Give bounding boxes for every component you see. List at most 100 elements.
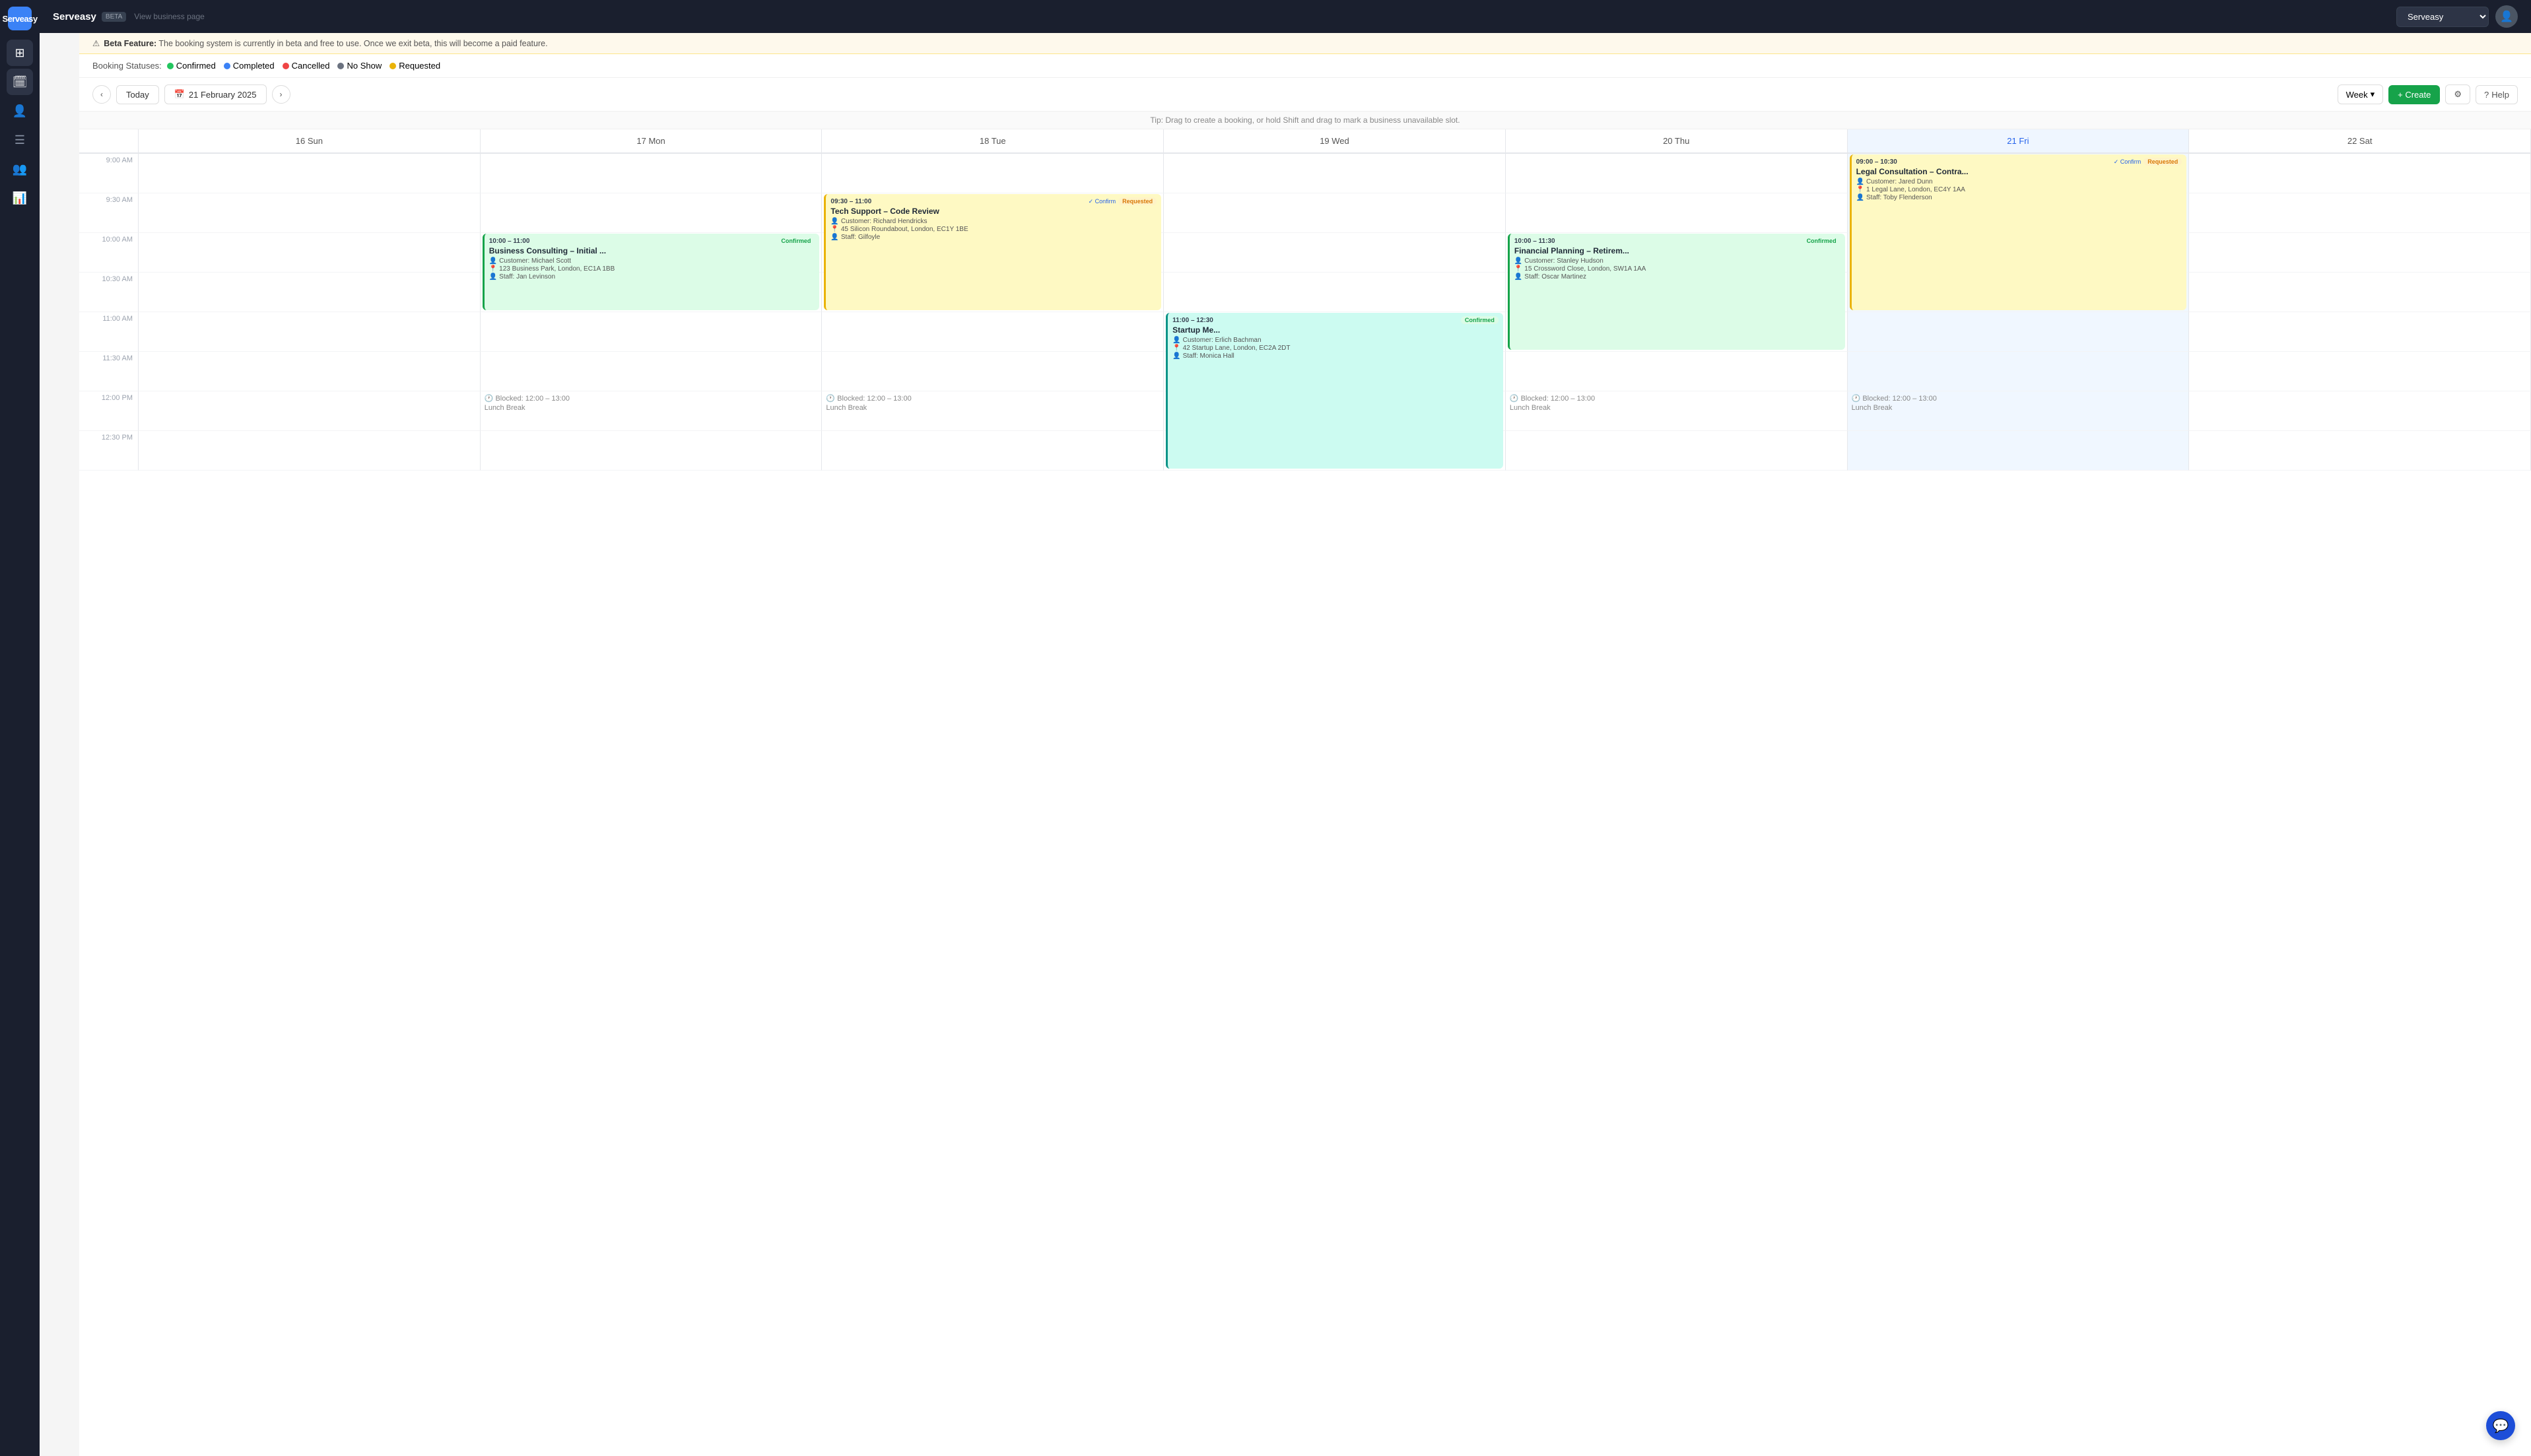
cell-2-6[interactable] <box>2189 233 2531 273</box>
cell-7-4[interactable] <box>1506 431 1848 471</box>
cell-1-0[interactable] <box>139 193 481 233</box>
chat-bubble[interactable]: 💬 <box>2486 1411 2515 1440</box>
day-header-6: 22 Sat <box>2189 129 2531 154</box>
confirm-link[interactable]: ✓ Confirm <box>1089 198 1116 205</box>
status-badge: Requested <box>1118 197 1157 205</box>
create-button[interactable]: + Create <box>2388 85 2440 104</box>
cell-2-3[interactable] <box>1164 233 1506 273</box>
cell-6-6[interactable] <box>2189 391 2531 431</box>
cell-7-6[interactable] <box>2189 431 2531 471</box>
sidebar: Serveasy ⊞ 🗓 👤 ☰ 👥 📊 <box>0 0 40 1456</box>
booking-financial-planning[interactable]: 10:00 – 11:30 ConfirmedFinancial Plannin… <box>1508 234 1845 350</box>
cell-7-5[interactable] <box>1848 431 2190 471</box>
cell-6-5[interactable]: 🕐 Blocked: 12:00 – 13:00Lunch Break <box>1848 391 2190 431</box>
time-header <box>79 129 139 154</box>
cell-5-4[interactable] <box>1506 352 1848 391</box>
business-selector[interactable]: Serveasy <box>2396 7 2489 27</box>
next-button[interactable]: › <box>272 85 290 104</box>
cell-1-6[interactable] <box>2189 193 2531 233</box>
cell-3-3[interactable] <box>1164 273 1506 312</box>
topbar-subtitle[interactable]: View business page <box>134 12 205 21</box>
cell-4-3[interactable]: 11:00 – 12:30 ConfirmedStartup Me...👤Cus… <box>1164 312 1506 352</box>
date-display: 📅 21 February 2025 <box>164 84 267 104</box>
cell-4-2[interactable] <box>822 312 1164 352</box>
cell-5-2[interactable] <box>822 352 1164 391</box>
booking-legal-consultation[interactable]: 09:00 – 10:30 ✓ ConfirmRequestedLegal Co… <box>1850 154 2187 310</box>
cell-1-1[interactable] <box>481 193 823 233</box>
card-customer: 👤Customer: Erlich Bachman <box>1172 337 1499 344</box>
tip-text: Tip: Drag to create a booking, or hold S… <box>1150 116 1460 125</box>
status-badge: Confirmed <box>777 237 815 245</box>
today-button[interactable]: Today <box>116 85 159 104</box>
cell-0-3[interactable] <box>1164 154 1506 193</box>
cell-2-1[interactable]: 10:00 – 11:00 ConfirmedBusiness Consulti… <box>481 233 823 273</box>
gear-icon: ⚙ <box>2454 89 2462 100</box>
chevron-down-icon: ▾ <box>2371 89 2375 100</box>
cell-0-1[interactable] <box>481 154 823 193</box>
requested-dot <box>389 63 396 69</box>
cell-6-4[interactable]: 🕐 Blocked: 12:00 – 13:00Lunch Break <box>1506 391 1848 431</box>
card-customer: 👤Customer: Stanley Hudson <box>1514 257 1840 265</box>
clock-icon: 🕐 Blocked: 12:00 – 13:00 <box>485 394 818 403</box>
cell-4-6[interactable] <box>2189 312 2531 352</box>
confirm-link[interactable]: ✓ Confirm <box>2114 158 2142 166</box>
sidebar-item-calendar[interactable]: 🗓 <box>7 69 33 95</box>
card-staff: 👤Staff: Toby Flenderson <box>1856 194 2182 201</box>
cell-3-0[interactable] <box>139 273 481 312</box>
card-address: 📍15 Crossword Close, London, SW1A 1AA <box>1514 265 1840 273</box>
cell-4-1[interactable] <box>481 312 823 352</box>
blocked-slot-5: 🕐 Blocked: 12:00 – 13:00Lunch Break <box>1848 391 2189 414</box>
booking-business-consulting[interactable]: 10:00 – 11:00 ConfirmedBusiness Consulti… <box>483 234 820 310</box>
cell-7-1[interactable] <box>481 431 823 471</box>
time-0: 9:00 AM <box>79 154 139 193</box>
cell-1-3[interactable] <box>1164 193 1506 233</box>
sidebar-item-analytics[interactable]: 📊 <box>7 185 33 211</box>
booking-startup-me[interactable]: 11:00 – 12:30 ConfirmedStartup Me...👤Cus… <box>1166 313 1503 469</box>
cell-1-2[interactable]: 09:30 – 11:00 ✓ ConfirmRequestedTech Sup… <box>822 193 1164 233</box>
sidebar-item-user[interactable]: 👤 <box>7 98 33 124</box>
cell-0-0[interactable] <box>139 154 481 193</box>
cell-5-1[interactable] <box>481 352 823 391</box>
sidebar-item-list[interactable]: ☰ <box>7 127 33 153</box>
status-badge: Requested <box>2143 158 2182 166</box>
card-address: 📍123 Business Park, London, EC1A 1BB <box>489 265 815 273</box>
cell-2-0[interactable] <box>139 233 481 273</box>
card-address: 📍45 Silicon Roundabout, London, EC1Y 1BE <box>830 226 1157 233</box>
card-staff: 👤Staff: Monica Hall <box>1172 352 1499 360</box>
sidebar-item-grid[interactable]: ⊞ <box>7 40 33 66</box>
cell-6-0[interactable] <box>139 391 481 431</box>
cell-1-4[interactable] <box>1506 193 1848 233</box>
cell-7-2[interactable] <box>822 431 1164 471</box>
settings-button[interactable]: ⚙ <box>2445 84 2470 104</box>
blocked-slot-4: 🕐 Blocked: 12:00 – 13:00Lunch Break <box>1506 391 1847 414</box>
cell-2-4[interactable]: 10:00 – 11:30 ConfirmedFinancial Plannin… <box>1506 233 1848 273</box>
card-time: 09:00 – 10:30 <box>1856 158 1897 166</box>
cell-5-0[interactable] <box>139 352 481 391</box>
view-selector[interactable]: Week ▾ <box>2338 84 2384 104</box>
cell-7-0[interactable] <box>139 431 481 471</box>
help-button[interactable]: ? Help <box>2476 85 2518 104</box>
statuses-bar: Booking Statuses: Confirmed Completed Ca… <box>79 54 2531 78</box>
cell-4-5[interactable] <box>1848 312 2190 352</box>
topbar: Serveasy BETA View business page Serveas… <box>40 0 2531 33</box>
tip-bar: Tip: Drag to create a booking, or hold S… <box>79 112 2531 129</box>
cell-0-6[interactable] <box>2189 154 2531 193</box>
avatar[interactable]: 👤 <box>2495 5 2518 28</box>
prev-button[interactable]: ‹ <box>92 85 111 104</box>
sidebar-item-people[interactable]: 👥 <box>7 156 33 182</box>
cell-6-1[interactable]: 🕐 Blocked: 12:00 – 13:00Lunch Break <box>481 391 823 431</box>
blocked-slot-1: 🕐 Blocked: 12:00 – 13:00Lunch Break <box>481 391 822 414</box>
cell-0-2[interactable] <box>822 154 1164 193</box>
cell-0-5[interactable]: 09:00 – 10:30 ✓ ConfirmRequestedLegal Co… <box>1848 154 2190 193</box>
cancelled-dot <box>283 63 289 69</box>
cell-3-6[interactable] <box>2189 273 2531 312</box>
card-address: 📍1 Legal Lane, London, EC4Y 1AA <box>1856 186 2182 193</box>
cell-6-2[interactable]: 🕐 Blocked: 12:00 – 13:00Lunch Break <box>822 391 1164 431</box>
cell-0-4[interactable] <box>1506 154 1848 193</box>
card-time: 09:30 – 11:00 <box>830 198 871 205</box>
cell-4-0[interactable] <box>139 312 481 352</box>
booking-tech-support[interactable]: 09:30 – 11:00 ✓ ConfirmRequestedTech Sup… <box>824 194 1161 310</box>
cell-5-5[interactable] <box>1848 352 2190 391</box>
status-badge: Confirmed <box>1461 316 1499 324</box>
cell-5-6[interactable] <box>2189 352 2531 391</box>
